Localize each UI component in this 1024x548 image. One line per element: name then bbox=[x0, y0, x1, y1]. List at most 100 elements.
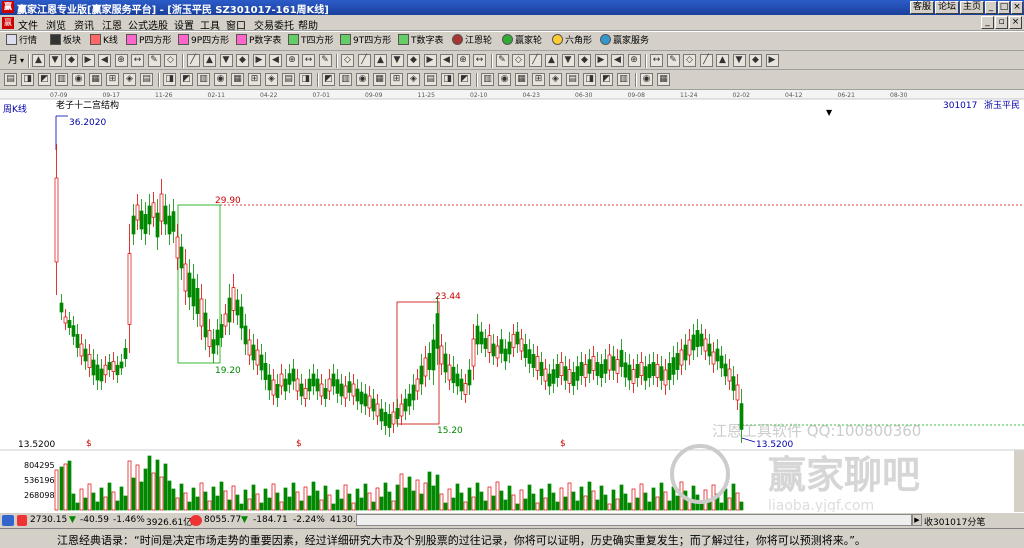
tool-icon[interactable]: ╱ bbox=[186, 54, 200, 67]
tool-icon[interactable]: ◉ bbox=[498, 73, 511, 86]
tool-icon[interactable]: ◨ bbox=[163, 73, 176, 86]
tool-icon[interactable]: ◩ bbox=[322, 73, 335, 86]
tool-icon[interactable]: ▶ bbox=[252, 54, 266, 67]
tool-icon[interactable]: ╱ bbox=[528, 54, 542, 67]
p-table-tool[interactable]: P数字表 bbox=[236, 34, 281, 49]
tool-icon[interactable]: ▦ bbox=[89, 73, 102, 86]
tool-icon[interactable]: ◇ bbox=[683, 54, 696, 67]
tool-icon[interactable]: ◈ bbox=[123, 73, 136, 86]
tool-icon[interactable]: ▤ bbox=[4, 73, 17, 86]
tool-icon[interactable]: ▼ bbox=[219, 54, 233, 67]
tool-icon[interactable]: ▥ bbox=[339, 73, 352, 86]
tool-icon[interactable]: ⊞ bbox=[106, 73, 119, 86]
menu-formula[interactable]: 公式选股 bbox=[128, 17, 168, 32]
tool-icon[interactable]: ◨ bbox=[21, 73, 34, 86]
9p-square-tool[interactable]: 9P四方形 bbox=[178, 34, 229, 49]
service-button[interactable]: 客服 bbox=[910, 1, 934, 14]
close-button[interactable]: × bbox=[1011, 1, 1023, 14]
tool-icon[interactable]: ▤ bbox=[140, 73, 153, 86]
tool-icon[interactable]: ▤ bbox=[282, 73, 295, 86]
tool-icon[interactable]: ⊕ bbox=[114, 54, 128, 67]
tool-icon[interactable]: ◆ bbox=[578, 54, 591, 67]
tool-icon[interactable]: ▦ bbox=[515, 73, 528, 86]
winner-wheel-tool[interactable]: 赢家轮 bbox=[502, 34, 542, 49]
tool-icon[interactable]: ◆ bbox=[749, 54, 762, 67]
tool-icon[interactable]: ◀ bbox=[611, 54, 624, 67]
volume-scrollbar[interactable] bbox=[1014, 450, 1024, 512]
gann-wheel-tool[interactable]: 江恩轮 bbox=[452, 34, 492, 49]
t-square-tool[interactable]: T四方形 bbox=[288, 34, 334, 49]
tool-icon[interactable]: ◩ bbox=[180, 73, 193, 86]
child-close-button[interactable]: × bbox=[1009, 16, 1022, 29]
menu-tools[interactable]: 工具 bbox=[200, 17, 220, 32]
tool-icon[interactable]: ▶ bbox=[765, 54, 779, 67]
tool-icon[interactable]: ▤ bbox=[424, 73, 437, 86]
menu-settings[interactable]: 设置 bbox=[174, 17, 194, 32]
period-dropdown-icon[interactable]: ▾ bbox=[20, 53, 24, 68]
quotes-tool[interactable]: 行情 bbox=[6, 34, 37, 49]
tool-icon[interactable]: ▥ bbox=[55, 73, 68, 86]
tool-icon[interactable]: ◉ bbox=[72, 73, 85, 86]
tool-icon[interactable]: ▦ bbox=[373, 73, 386, 86]
tool-icon[interactable]: ◇ bbox=[164, 54, 177, 67]
tool-icon[interactable]: ◨ bbox=[441, 73, 454, 86]
tool-icon[interactable]: ▲ bbox=[716, 54, 729, 67]
tool-icon[interactable]: ◩ bbox=[600, 73, 613, 86]
tool-icon[interactable]: ◀ bbox=[269, 54, 282, 67]
sectors-tool[interactable]: 板块 bbox=[50, 34, 81, 49]
kline-chart-panel[interactable]: 07-09 09-17 11-26 02-11 04-22 07-01 09-09 11-25… bbox=[0, 90, 1024, 512]
tool-icon[interactable]: ◆ bbox=[65, 54, 78, 67]
p-square-tool[interactable]: P四方形 bbox=[126, 34, 171, 49]
scroll-right-icon[interactable]: ▶ bbox=[912, 514, 922, 526]
menu-file[interactable]: 文件 bbox=[18, 17, 38, 32]
tool-icon[interactable]: ◀ bbox=[98, 54, 111, 67]
child-minimize-button[interactable]: _ bbox=[981, 16, 994, 29]
tool-icon[interactable]: ╱ bbox=[357, 54, 371, 67]
dropdown-marker-icon[interactable]: ▼ bbox=[826, 108, 833, 117]
tool-icon[interactable]: ✎ bbox=[147, 54, 161, 67]
kline-tool[interactable]: K线 bbox=[90, 34, 118, 49]
menu-gann[interactable]: 江恩 bbox=[102, 17, 122, 32]
tool-icon[interactable]: ▼ bbox=[732, 54, 746, 67]
forum-button[interactable]: 论坛 bbox=[935, 1, 959, 14]
tool-icon[interactable]: ▶ bbox=[81, 54, 95, 67]
horizontal-scrollbar[interactable] bbox=[356, 514, 912, 526]
t-table-tool[interactable]: T数字表 bbox=[398, 34, 444, 49]
tool-icon[interactable]: ✎ bbox=[318, 54, 332, 67]
maximize-button[interactable]: □ bbox=[998, 1, 1010, 14]
period-select[interactable]: 月 bbox=[8, 53, 18, 68]
tool-icon[interactable]: ↔ bbox=[473, 54, 486, 67]
minimize-button[interactable]: _ bbox=[985, 1, 997, 14]
child-restore-button[interactable]: ▫ bbox=[995, 16, 1008, 29]
tool-icon[interactable]: ⊕ bbox=[456, 54, 470, 67]
tool-icon[interactable]: ◇ bbox=[341, 54, 354, 67]
tool-icon[interactable]: ▦ bbox=[657, 73, 670, 86]
menu-trade[interactable]: 交易委托 bbox=[254, 17, 294, 32]
home-button[interactable]: 主页 bbox=[960, 1, 984, 14]
tool-icon[interactable]: ◆ bbox=[236, 54, 249, 67]
tool-icon[interactable]: ⊞ bbox=[532, 73, 545, 86]
tool-icon[interactable]: ◀ bbox=[440, 54, 453, 67]
tool-icon[interactable]: ◈ bbox=[265, 73, 278, 86]
tool-icon[interactable]: ↔ bbox=[650, 54, 663, 67]
hexagon-tool[interactable]: 六角形 bbox=[552, 34, 592, 49]
tool-icon[interactable]: ▲ bbox=[32, 54, 45, 67]
tool-icon[interactable]: ▼ bbox=[390, 54, 404, 67]
menu-browse[interactable]: 浏览 bbox=[46, 17, 66, 32]
menu-window[interactable]: 窗口 bbox=[226, 17, 246, 32]
tool-icon[interactable]: ▦ bbox=[231, 73, 244, 86]
tool-icon[interactable]: ▲ bbox=[545, 54, 558, 67]
tool-icon[interactable]: ▥ bbox=[481, 73, 494, 86]
tool-icon[interactable]: ◉ bbox=[356, 73, 369, 86]
tool-icon[interactable]: ◆ bbox=[407, 54, 420, 67]
menu-info[interactable]: 资讯 bbox=[74, 17, 94, 32]
tool-icon[interactable]: ▤ bbox=[566, 73, 579, 86]
tool-icon[interactable]: ◨ bbox=[583, 73, 596, 86]
tool-icon[interactable]: ▼ bbox=[561, 54, 575, 67]
tool-icon[interactable]: ✎ bbox=[666, 54, 680, 67]
tool-icon[interactable]: ⊕ bbox=[627, 54, 641, 67]
9t-square-tool[interactable]: 9T四方形 bbox=[340, 34, 391, 49]
tool-icon[interactable]: ▥ bbox=[617, 73, 630, 86]
tool-icon[interactable]: ◉ bbox=[640, 73, 653, 86]
tool-icon[interactable]: ◩ bbox=[458, 73, 471, 86]
